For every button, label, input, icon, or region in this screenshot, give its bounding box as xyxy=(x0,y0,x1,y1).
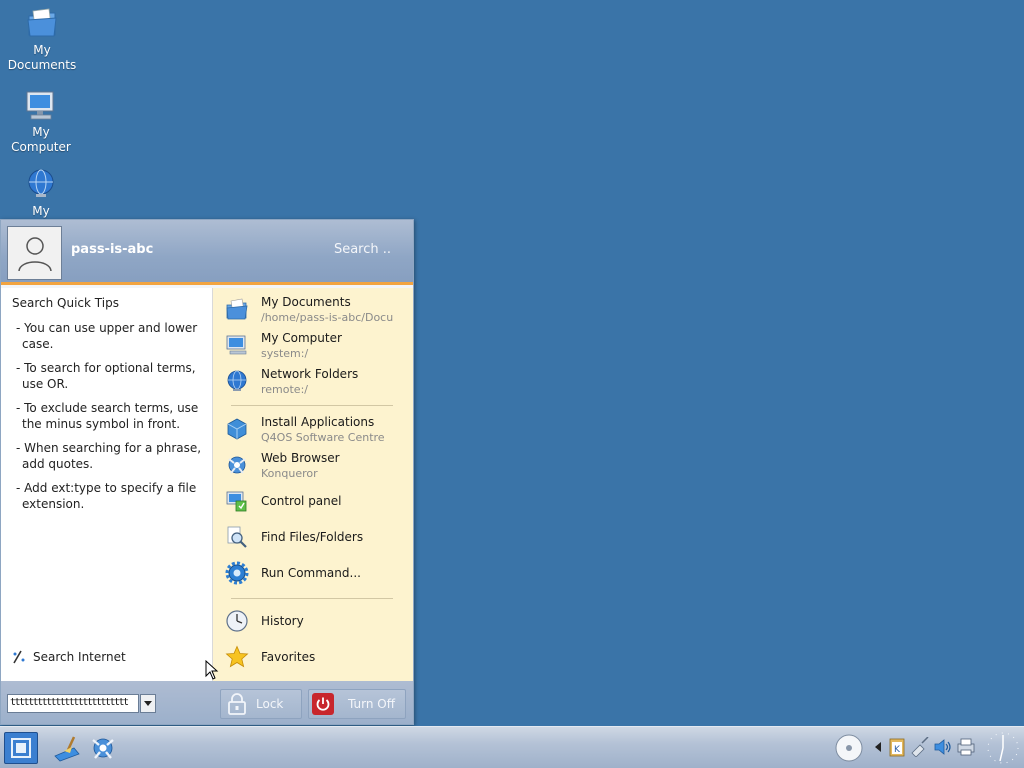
konqueror-icon xyxy=(228,456,246,474)
find-files-icon xyxy=(227,526,247,548)
folder-documents-icon xyxy=(226,298,248,320)
tray-clipboard[interactable]: K xyxy=(888,737,906,760)
chevron-down-icon xyxy=(144,700,152,706)
menu-item-title: Favorites xyxy=(261,650,316,664)
tip-item: - You can use upper and lower case. xyxy=(16,321,198,351)
menu-item-my-documents[interactable]: My Documents /home/pass-is-abc/Documents xyxy=(213,292,413,326)
start-menu-icon xyxy=(11,738,31,758)
tray-expand-arrow[interactable] xyxy=(875,741,881,755)
tips-list: - You can use upper and lower case. - To… xyxy=(16,320,208,520)
start-menu-footer: tttttttttttttttttttttttttt Lock Turn Off xyxy=(1,681,413,724)
package-icon xyxy=(227,418,247,440)
menu-item-title: My Computer xyxy=(261,330,342,345)
lock-icon xyxy=(228,693,246,715)
gear-icon xyxy=(225,561,249,585)
computer-icon xyxy=(226,335,247,355)
tip-item: - To exclude search terms, use the minus… xyxy=(16,401,199,431)
desktop-icon-label: My Documents xyxy=(7,43,77,72)
menu-item-favorites[interactable]: Favorites xyxy=(213,640,413,674)
menu-separator xyxy=(231,598,393,599)
menu-item-network-folders[interactable]: Network Folders remote:/ xyxy=(213,364,413,398)
speaker-icon xyxy=(934,739,951,755)
tray-clock[interactable] xyxy=(986,731,1020,768)
star-icon xyxy=(225,645,249,668)
clock-icon xyxy=(987,732,1019,764)
menu-item-find-files[interactable]: Find Files/Folders xyxy=(213,520,413,554)
tip-item: - To search for optional terms, use OR. xyxy=(16,361,196,391)
clipboard-icon: K xyxy=(889,738,905,757)
menu-item-title: History xyxy=(261,614,304,628)
menu-item-title: Control panel xyxy=(261,494,342,508)
turn-off-label: Turn Off xyxy=(348,697,395,711)
search-internet-button[interactable]: Search Internet xyxy=(11,650,126,664)
menu-item-subtitle: remote:/ xyxy=(261,382,308,396)
taskbar-konqueror[interactable] xyxy=(86,732,120,764)
search-history-dropdown[interactable] xyxy=(140,694,156,713)
tip-item: - When searching for a phrase, add quote… xyxy=(16,441,202,471)
tray-volume[interactable] xyxy=(933,737,953,760)
printer-icon xyxy=(957,738,975,756)
menu-separator xyxy=(231,405,393,406)
search-label: Search .. xyxy=(333,242,391,257)
desktop-icon-label: My xyxy=(32,204,50,218)
desktop-icon-label: My Computer xyxy=(11,125,71,154)
places-pane: My Documents /home/pass-is-abc/Documents… xyxy=(213,288,413,681)
start-button[interactable] xyxy=(4,732,38,764)
menu-item-history[interactable]: History xyxy=(213,604,413,638)
menu-item-title: Find Files/Folders xyxy=(261,530,364,544)
network-globe-icon xyxy=(227,370,247,391)
desktop-icon-my-documents[interactable]: My Documents xyxy=(2,6,82,73)
tray-network[interactable] xyxy=(910,736,930,760)
computer-icon xyxy=(26,91,54,120)
search-input[interactable]: tttttttttttttttttttttttttt xyxy=(7,694,139,713)
tips-title: Search Quick Tips xyxy=(12,296,119,310)
power-icon xyxy=(316,697,330,711)
search-tips-pane: Search Quick Tips - You can use upper an… xyxy=(1,288,213,681)
menu-item-title: Install Applications xyxy=(261,414,375,429)
clock-icon xyxy=(226,610,248,632)
lock-button[interactable]: Lock xyxy=(220,689,302,719)
menu-item-run-command[interactable]: Run Command... xyxy=(213,556,413,590)
cd-icon xyxy=(835,734,863,762)
desktop-broom-icon xyxy=(54,736,80,762)
tray-printer[interactable] xyxy=(956,737,976,760)
search-internet-label: Search Internet xyxy=(33,650,126,664)
lock-label: Lock xyxy=(256,697,284,711)
chevron-left-icon xyxy=(875,742,881,752)
taskbar: K xyxy=(0,726,1024,768)
control-panel-icon xyxy=(226,491,247,512)
tray-cdrom[interactable] xyxy=(834,733,864,766)
menu-item-web-browser[interactable]: Web Browser Konqueror xyxy=(213,448,413,482)
menu-item-subtitle: Konqueror xyxy=(261,466,318,480)
menu-item-subtitle: Q4OS Software Centre xyxy=(261,430,385,444)
turn-off-button[interactable]: Turn Off xyxy=(308,689,406,719)
taskbar-show-desktop[interactable] xyxy=(50,732,84,764)
user-icon xyxy=(18,237,52,272)
menu-item-my-computer[interactable]: My Computer system:/ xyxy=(213,328,413,362)
desktop-icon-network[interactable]: My xyxy=(1,167,81,219)
menu-item-title: Run Command... xyxy=(261,566,361,580)
avatar[interactable] xyxy=(7,226,62,280)
konqueror-icon xyxy=(92,738,114,759)
search-internet-icon xyxy=(13,650,25,664)
start-menu-header: pass-is-abc Search .. xyxy=(1,220,413,285)
folder-documents-icon xyxy=(27,8,57,37)
menu-item-title: My Documents xyxy=(261,294,351,309)
mouse-cursor-icon xyxy=(205,660,219,680)
menu-item-install-applications[interactable]: Install Applications Q4OS Software Centr… xyxy=(213,412,413,446)
start-menu: pass-is-abc Search .. Search Quick Tips … xyxy=(0,219,414,725)
desktop-icon-my-computer[interactable]: My Computer xyxy=(1,88,81,155)
username: pass-is-abc xyxy=(71,242,154,257)
network-cable-icon xyxy=(911,736,929,758)
menu-item-subtitle: system:/ xyxy=(261,346,309,360)
menu-item-title: Network Folders xyxy=(261,366,359,381)
menu-item-title: Web Browser xyxy=(261,450,340,465)
network-globe-icon xyxy=(28,169,54,197)
menu-item-control-panel[interactable]: Control panel xyxy=(213,484,413,518)
menu-item-subtitle: /home/pass-is-abc/Documents xyxy=(261,310,393,324)
tip-item: - Add ext:type to specify a file extensi… xyxy=(16,481,197,511)
